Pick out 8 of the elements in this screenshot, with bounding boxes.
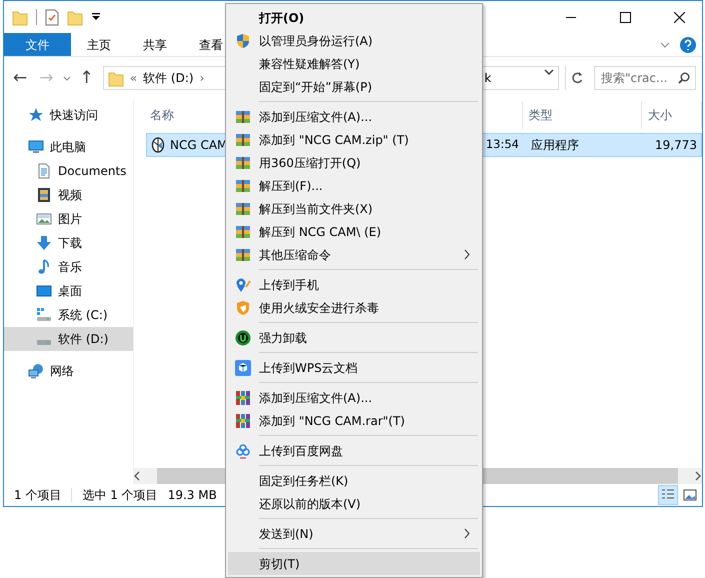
status-text: 1 个项目 bbox=[14, 487, 62, 504]
status-text: 选中 1 个项目 bbox=[82, 487, 158, 504]
breadcrumb-separator: « bbox=[130, 70, 138, 87]
address-text: k bbox=[484, 70, 492, 87]
status-text: 19.3 MB bbox=[168, 487, 217, 504]
table-cell-text: 应用程序 bbox=[530, 137, 579, 154]
table-cell: 19,773 bbox=[655, 138, 697, 152]
table-cell-text: 13:54 bbox=[484, 136, 519, 154]
